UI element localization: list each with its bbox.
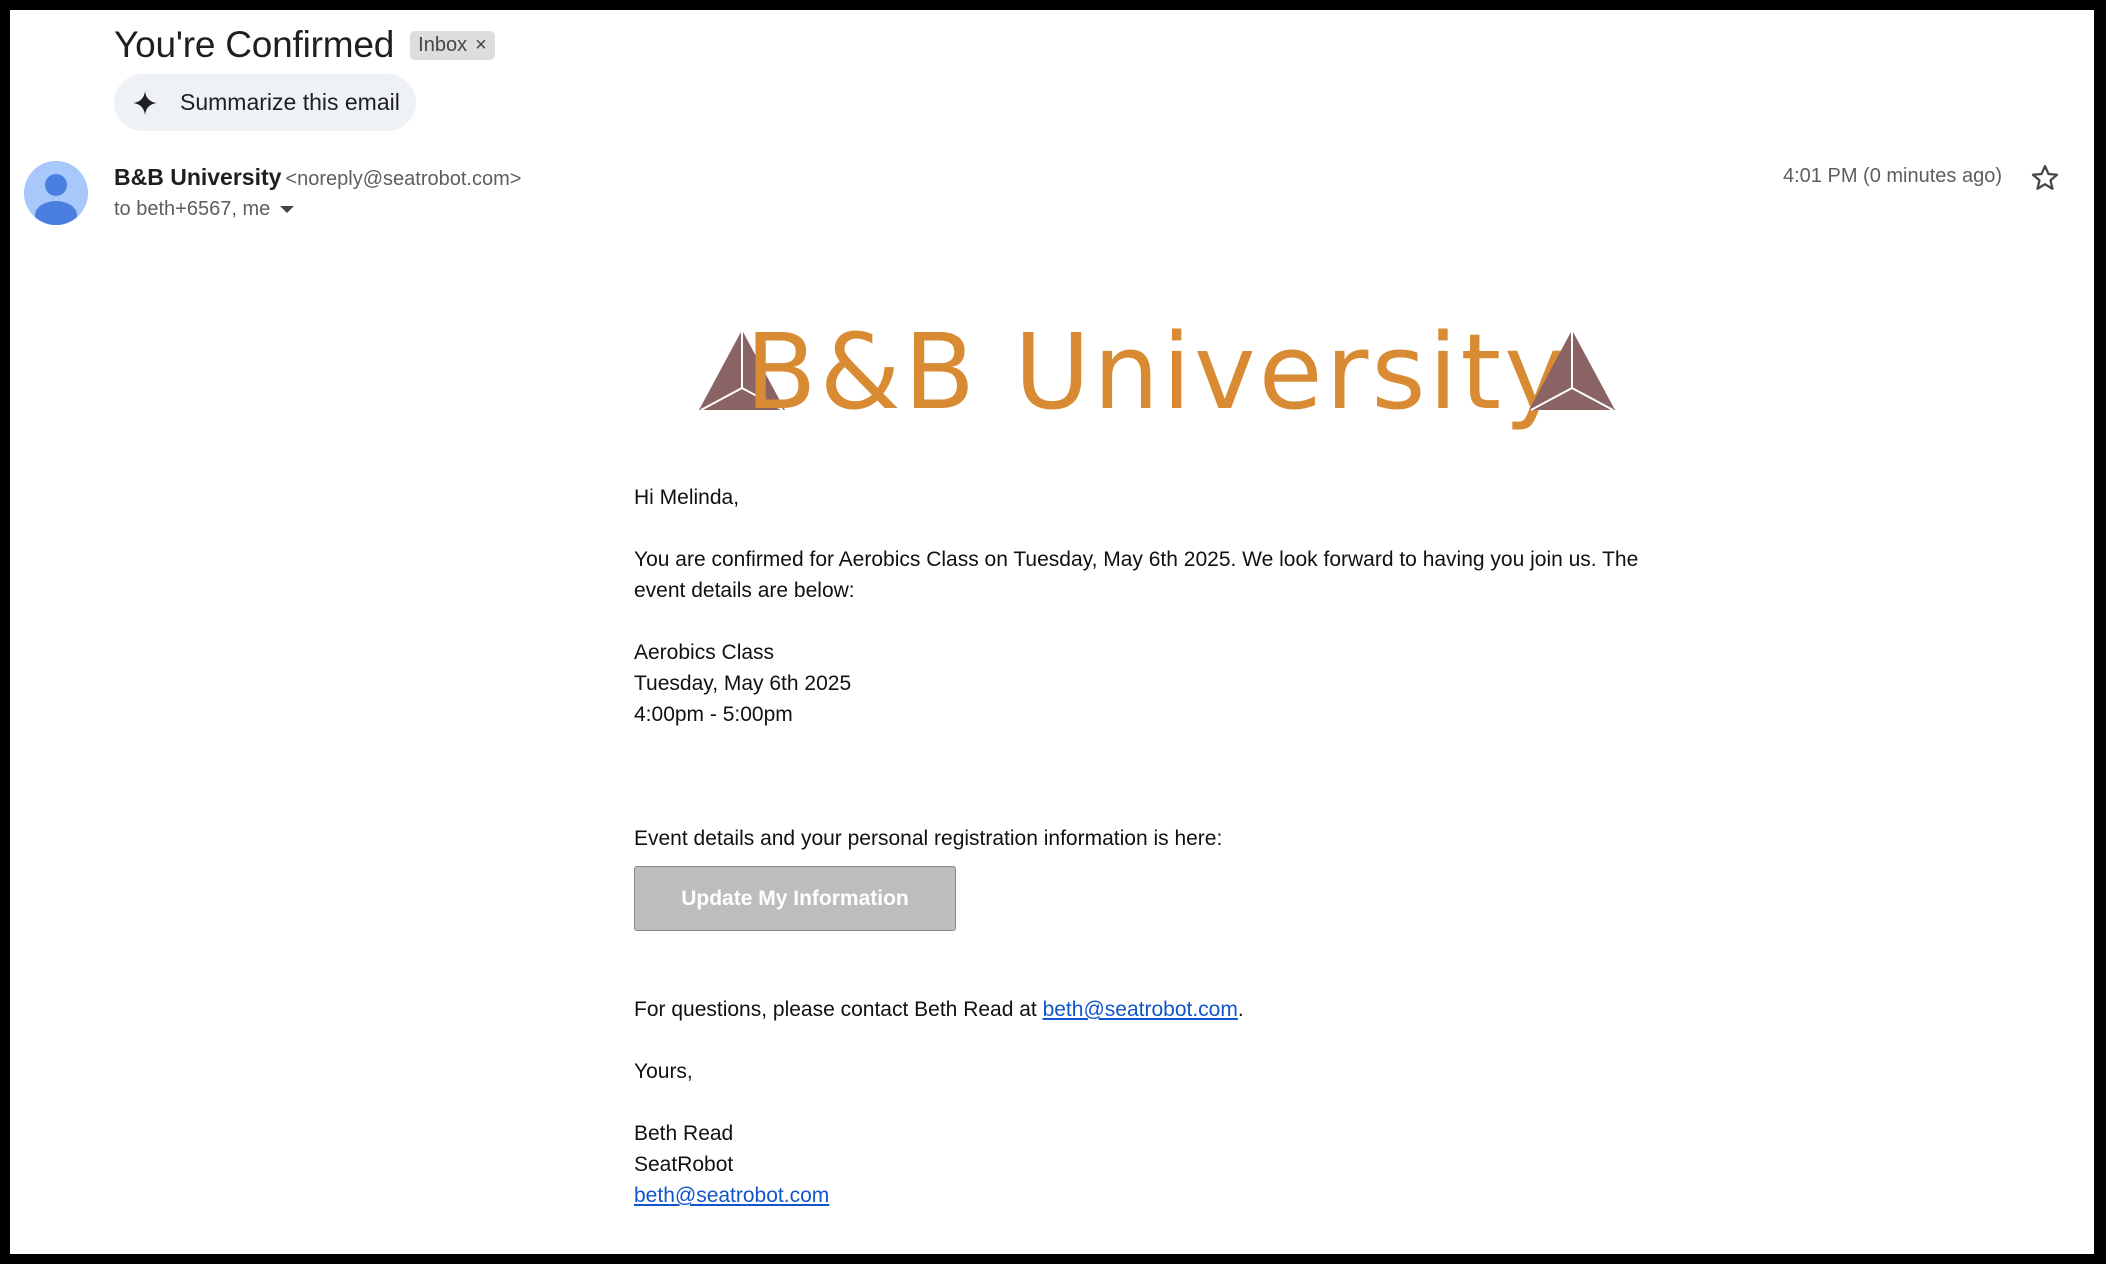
chevron-down-icon[interactable]	[280, 206, 295, 213]
inbox-label-chip[interactable]: Inbox ×	[410, 30, 495, 60]
label-text: Inbox	[418, 33, 468, 56]
email-view: You're Confirmed Inbox × Summarize this …	[10, 10, 2094, 1254]
sender-line: B&B University <noreply@seatrobot.com>	[114, 164, 521, 191]
event-name: Aerobics Class	[634, 641, 775, 664]
questions-prefix: For questions, please contact Beth Read …	[634, 998, 1043, 1021]
questions-line: For questions, please contact Beth Read …	[634, 994, 1654, 1025]
contact-email-link[interactable]: beth@seatrobot.com	[1043, 998, 1238, 1021]
signature-name: Beth Read	[634, 1122, 734, 1145]
summarize-email-button[interactable]: Summarize this email	[114, 74, 416, 131]
update-my-information-button[interactable]: Update My Information	[634, 866, 956, 931]
signature-company: SeatRobot	[634, 1153, 734, 1176]
email-timestamp: 4:01 PM (0 minutes ago)	[1783, 165, 2002, 187]
greeting: Hi Melinda,	[634, 486, 740, 509]
closing: Yours,	[634, 1060, 693, 1083]
sender-email: <noreply@seatrobot.com>	[285, 168, 522, 190]
signature-email-link[interactable]: beth@seatrobot.com	[634, 1184, 829, 1207]
university-logo: B&B University	[699, 311, 1615, 433]
sender-avatar[interactable]	[24, 161, 88, 225]
recipients-line: to beth+6567, me	[114, 198, 295, 221]
subject-row: You're Confirmed Inbox ×	[114, 24, 495, 66]
recipients-text: to beth+6567, me	[114, 198, 271, 220]
intro-paragraph: You are confirmed for Aerobics Class on …	[634, 544, 1654, 606]
event-time: 4:00pm - 5:00pm	[634, 703, 793, 726]
event-details: Aerobics Class Tuesday, May 6th 2025 4:0…	[634, 637, 1654, 730]
sender-name[interactable]: B&B University	[114, 164, 281, 190]
person-icon	[24, 161, 88, 225]
logo-text: B&B University	[745, 311, 1568, 433]
star-icon[interactable]	[2030, 163, 2060, 193]
questions-suffix: .	[1237, 998, 1244, 1021]
remove-label-icon[interactable]: ×	[475, 34, 487, 57]
sparkle-icon	[133, 90, 157, 115]
event-date: Tuesday, May 6th 2025	[634, 672, 852, 695]
email-subject: You're Confirmed	[114, 24, 395, 65]
signature: Beth Read SeatRobot beth@seatrobot.com	[634, 1118, 1654, 1211]
intro-line-1: You are confirmed for Aerobics Class on …	[634, 548, 1639, 571]
intro-line-2: event details are below:	[634, 579, 855, 602]
details-line: Event details and your personal registra…	[634, 827, 1223, 850]
summarize-label: Summarize this email	[180, 89, 400, 115]
